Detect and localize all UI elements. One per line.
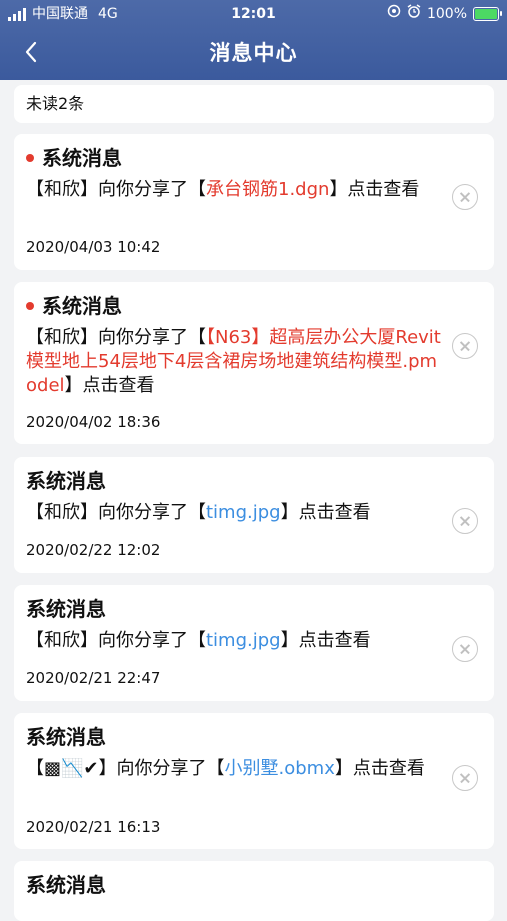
message-title-row: 系统消息 <box>26 144 122 172</box>
message-text: 【▩📉✔】向你分享了【小别墅.obmx】点击查看 <box>26 757 446 781</box>
message-card[interactable]: 系统消息 【▩📉✔】向你分享了【小别墅.obmx】点击查看 2020/02/21… <box>14 713 494 849</box>
file-link[interactable]: timg.jpg <box>206 502 281 523</box>
message-time: 2020/04/02 18:36 <box>26 413 161 431</box>
message-suffix: 】点击查看 <box>334 758 425 779</box>
message-title: 系统消息 <box>26 597 106 621</box>
close-icon[interactable] <box>452 184 478 210</box>
close-icon[interactable] <box>452 765 478 791</box>
message-title: 系统消息 <box>42 146 122 170</box>
message-time: 2020/02/22 12:02 <box>26 541 161 559</box>
message-text: 【和欣】向你分享了【承台钢筋1.dgn】点击查看 <box>26 178 446 202</box>
message-prefix: 【和欣】向你分享了【 <box>26 327 206 348</box>
battery-icon <box>473 7 502 21</box>
status-right: 100% <box>387 0 502 28</box>
message-text: 【和欣】向你分享了【timg.jpg】点击查看 <box>26 629 446 653</box>
unread-count: 未读2条 <box>14 85 494 123</box>
close-icon[interactable] <box>452 636 478 662</box>
lock-rotation-icon <box>387 0 401 28</box>
close-icon[interactable] <box>452 333 478 359</box>
alarm-icon <box>407 0 421 28</box>
message-time: 2020/02/21 22:47 <box>26 669 161 687</box>
message-title-row: 系统消息 <box>26 292 122 320</box>
nav-bar: 消息中心 <box>0 28 507 78</box>
message-prefix: 【和欣】向你分享了【 <box>26 630 206 651</box>
file-link[interactable]: timg.jpg <box>206 630 281 651</box>
message-prefix: 【▩📉✔】向你分享了【 <box>26 758 225 779</box>
message-title-row: 系统消息 <box>26 871 106 899</box>
message-title: 系统消息 <box>26 469 106 493</box>
message-title: 系统消息 <box>42 294 122 318</box>
message-card[interactable]: 系统消息 【和欣】向你分享了【【N63】超高层办公大厦Revit模型地上54层地… <box>14 282 494 444</box>
message-text: 【和欣】向你分享了【timg.jpg】点击查看 <box>26 501 446 525</box>
message-card[interactable]: 系统消息 【和欣】向你分享了【承台钢筋1.dgn】点击查看 2020/04/03… <box>14 134 494 270</box>
page-title: 消息中心 <box>209 41 298 65</box>
message-suffix: 】点击查看 <box>64 375 155 396</box>
battery-percent: 100% <box>426 6 467 22</box>
message-card[interactable]: 系统消息 【和欣】向你分享了【timg.jpg】点击查看 2020/02/22 … <box>14 457 494 573</box>
message-suffix: 】点击查看 <box>280 630 371 651</box>
message-title: 系统消息 <box>26 725 106 749</box>
message-text: 【和欣】向你分享了【【N63】超高层办公大厦Revit模型地上54层地下4层含裙… <box>26 326 446 398</box>
app-header: 中国联通 4G 12:01 100% 消息中心 <box>0 0 507 80</box>
file-link[interactable]: 承台钢筋1.dgn <box>206 179 329 200</box>
message-suffix: 】点击查看 <box>280 502 371 523</box>
unread-dot <box>26 301 34 310</box>
message-time: 2020/04/03 10:42 <box>26 238 161 256</box>
message-title-row: 系统消息 <box>26 595 106 623</box>
message-prefix: 【和欣】向你分享了【 <box>26 502 206 523</box>
file-link[interactable]: 小别墅.obmx <box>225 758 335 779</box>
message-time: 2020/02/21 16:13 <box>26 818 161 836</box>
unread-dot <box>26 153 34 162</box>
close-icon[interactable] <box>452 508 478 534</box>
message-card[interactable]: 系统消息 <box>14 861 494 921</box>
chevron-left-icon <box>25 41 37 63</box>
message-title: 系统消息 <box>26 873 106 897</box>
message-card[interactable]: 系统消息 【和欣】向你分享了【timg.jpg】点击查看 2020/02/21 … <box>14 585 494 701</box>
message-title-row: 系统消息 <box>26 467 106 495</box>
back-button[interactable] <box>20 40 44 64</box>
status-bar: 中国联通 4G 12:01 100% <box>0 0 507 28</box>
message-title-row: 系统消息 <box>26 723 106 751</box>
message-suffix: 】点击查看 <box>329 179 420 200</box>
message-prefix: 【和欣】向你分享了【 <box>26 179 206 200</box>
